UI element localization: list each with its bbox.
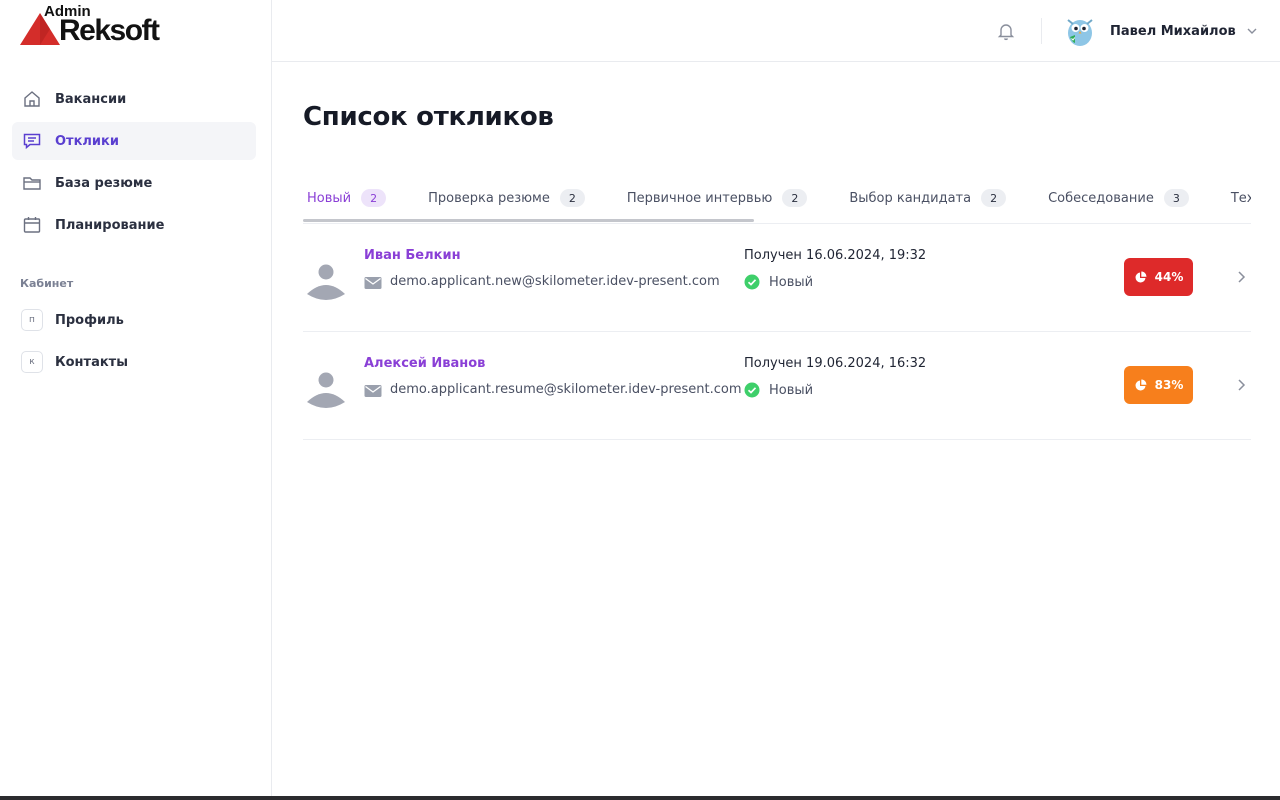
- match-score-badge[interactable]: 44%: [1124, 258, 1193, 296]
- letter-badge: к: [21, 351, 43, 373]
- tab-label: Выбор кандидата: [849, 190, 972, 206]
- check-circle-icon: [744, 274, 760, 290]
- cabinet-section-label: Кабинет: [20, 277, 74, 290]
- email-line: demo.applicant.new@skilometer.idev-prese…: [364, 274, 720, 289]
- sidebar-nav: Вакансии Отклики База резюме Планировани…: [12, 80, 256, 248]
- profile-letter-icon: п: [21, 309, 43, 331]
- match-score-value: 44%: [1154, 270, 1184, 284]
- window-bottom-bar: [0, 796, 1280, 800]
- applicant-name-link[interactable]: Алексей Иванов: [364, 356, 485, 371]
- tab-label: Собеседование: [1048, 190, 1154, 206]
- response-status: Новый: [769, 382, 814, 398]
- email-line: demo.applicant.resume@skilometer.idev-pr…: [364, 382, 742, 397]
- logo-wordmark: Reksoft: [59, 14, 160, 47]
- sidebar-item-label: Планирование: [55, 217, 165, 233]
- response-row[interactable]: Алексей Иванов demo.applicant.resume@ski…: [303, 332, 1251, 440]
- tab-candidate-choice[interactable]: Выбор кандидата 2: [845, 189, 1010, 207]
- applicant-email: demo.applicant.new@skilometer.idev-prese…: [390, 274, 720, 289]
- user-name: Павел Михайлов: [1110, 23, 1236, 39]
- tab-label: Техниче: [1230, 190, 1251, 206]
- top-header: Павел Михайлов: [272, 0, 1280, 62]
- calendar-icon: [21, 214, 43, 236]
- mail-icon: [364, 275, 382, 289]
- tab-label: Первичное интервью: [626, 190, 773, 206]
- tab-count-badge: 2: [782, 189, 808, 207]
- tab-interview[interactable]: Собеседование 3: [1044, 189, 1193, 207]
- status-tabs: Новый 2 Проверка резюме 2 Первичное инте…: [303, 180, 1251, 224]
- page-title: Список откликов: [303, 102, 554, 132]
- sidebar-item-profile[interactable]: п Профиль: [12, 301, 256, 339]
- tab-new[interactable]: Новый 2: [303, 189, 390, 207]
- pie-chart-icon: [1134, 271, 1147, 284]
- tab-count-badge: 2: [361, 189, 387, 207]
- folder-icon: [21, 172, 43, 194]
- owl-avatar-icon: [1064, 15, 1096, 47]
- response-status: Новый: [769, 274, 814, 290]
- chevron-right-icon[interactable]: [1235, 269, 1247, 283]
- match-score-value: 83%: [1154, 378, 1184, 392]
- tab-label: Новый: [307, 190, 352, 206]
- chevron-right-icon[interactable]: [1235, 377, 1247, 391]
- sidebar: Admin Reksoft Вакансии Отклики База резю…: [0, 0, 272, 796]
- user-menu[interactable]: Павел Михайлов: [1064, 15, 1258, 47]
- sidebar-item-contacts[interactable]: к Контакты: [12, 343, 256, 381]
- applicant-email: demo.applicant.resume@skilometer.idev-pr…: [390, 382, 742, 397]
- bell-icon[interactable]: [996, 21, 1016, 41]
- check-circle-icon: [744, 382, 760, 398]
- reksoft-logo[interactable]: Admin Reksoft: [20, 3, 180, 47]
- tab-resume-check[interactable]: Проверка резюме 2: [424, 189, 589, 207]
- sidebar-item-label: Отклики: [55, 133, 119, 149]
- received-date: Получен 16.06.2024, 19:32: [744, 248, 927, 263]
- applicant-name-link[interactable]: Иван Белкин: [364, 248, 461, 263]
- person-avatar-icon: [305, 262, 347, 302]
- sidebar-item-responses[interactable]: Отклики: [12, 122, 256, 160]
- tab-count-badge: 2: [559, 189, 585, 207]
- person-avatar-icon: [305, 370, 347, 410]
- contacts-letter-icon: к: [21, 351, 43, 373]
- home-icon: [21, 88, 43, 110]
- sidebar-item-label: Контакты: [55, 354, 128, 370]
- tab-count-badge: 2: [981, 189, 1007, 207]
- pie-chart-icon: [1134, 379, 1147, 392]
- tabs-scrollbar[interactable]: [303, 219, 754, 222]
- sidebar-item-resume-base[interactable]: База резюме: [12, 164, 256, 202]
- tab-count-badge: 3: [1163, 189, 1189, 207]
- chevron-down-icon: [1246, 22, 1258, 41]
- response-row[interactable]: Иван Белкин demo.applicant.new@skilomete…: [303, 224, 1251, 332]
- sidebar-item-label: База резюме: [55, 175, 153, 191]
- received-date: Получен 19.06.2024, 16:32: [744, 356, 927, 371]
- sidebar-item-label: Вакансии: [55, 91, 127, 107]
- status-line: Новый: [744, 274, 813, 290]
- tab-label: Проверка резюме: [428, 190, 550, 206]
- sidebar-item-planning[interactable]: Планирование: [12, 206, 256, 244]
- tab-technical[interactable]: Техниче: [1227, 191, 1251, 206]
- sidebar-item-vacancies[interactable]: Вакансии: [12, 80, 256, 118]
- header-divider: [1041, 18, 1042, 44]
- status-line: Новый: [744, 382, 813, 398]
- cabinet-nav: п Профиль к Контакты: [12, 301, 256, 385]
- sidebar-item-label: Профиль: [55, 312, 124, 328]
- mail-icon: [364, 383, 382, 397]
- tab-primary-interview[interactable]: Первичное интервью 2: [623, 189, 811, 207]
- chat-icon: [21, 130, 43, 152]
- responses-list: Иван Белкин demo.applicant.new@skilomete…: [303, 224, 1251, 440]
- match-score-badge[interactable]: 83%: [1124, 366, 1193, 404]
- letter-badge: п: [21, 309, 43, 331]
